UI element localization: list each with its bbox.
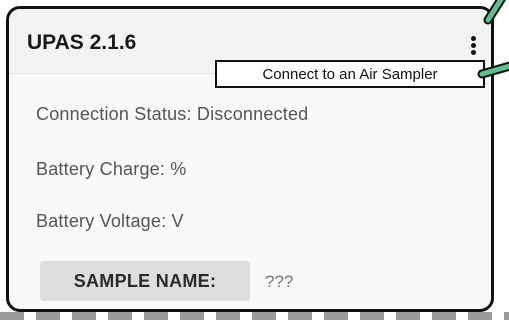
pointer-arrows (477, 0, 509, 79)
